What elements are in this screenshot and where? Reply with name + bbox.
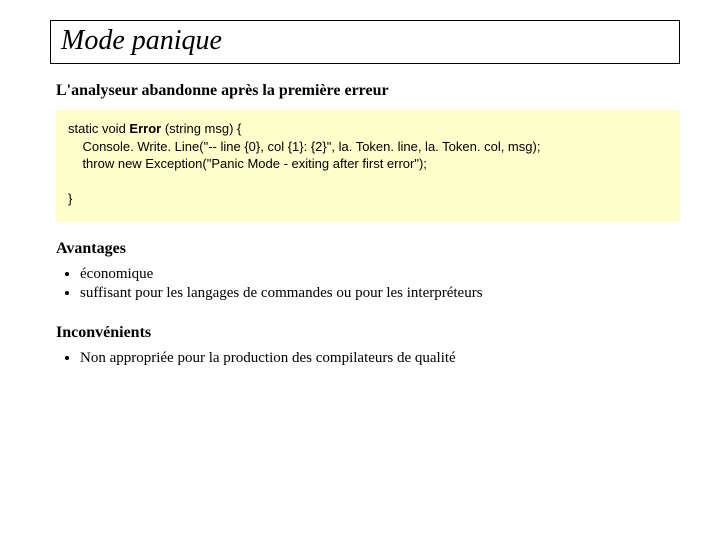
list-item: économique xyxy=(80,266,680,283)
code-line-1-bold: Error xyxy=(129,121,161,136)
code-line-5: } xyxy=(68,191,72,206)
subtitle: L'analyseur abandonne après la première … xyxy=(56,82,680,100)
advantages-list: économique suffisant pour les langages d… xyxy=(62,266,680,302)
code-line-2: Console. Write. Line("-- line {0}, col {… xyxy=(68,139,540,154)
title-box: Mode panique xyxy=(50,20,680,64)
disadvantages-list: Non appropriée pour la production des co… xyxy=(62,350,680,367)
slide: Mode panique L'analyseur abandonne après… xyxy=(0,0,720,409)
code-line-3: throw new Exception("Panic Mode - exitin… xyxy=(68,156,427,171)
disadvantages-heading: Inconvénients xyxy=(56,324,680,342)
code-line-1-pre: static void xyxy=(68,121,129,136)
code-line-1-post: (string msg) { xyxy=(161,121,241,136)
advantages-heading: Avantages xyxy=(56,240,680,258)
list-item: Non appropriée pour la production des co… xyxy=(80,350,680,367)
code-block: static void Error (string msg) { Console… xyxy=(56,110,680,222)
list-item: suffisant pour les langages de commandes… xyxy=(80,285,680,302)
slide-title: Mode panique xyxy=(61,25,669,57)
